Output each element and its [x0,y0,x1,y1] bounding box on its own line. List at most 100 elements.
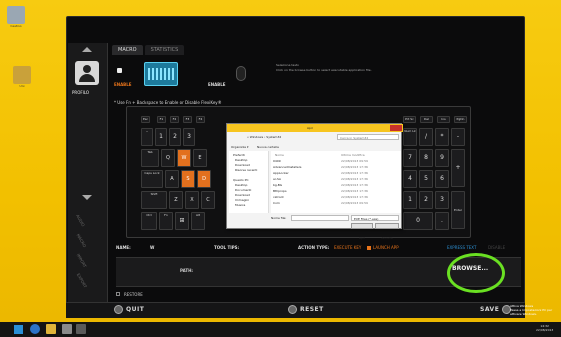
key-f3[interactable]: F3 [183,116,192,123]
key-del[interactable]: Del [420,116,433,123]
profile-avatar[interactable] [75,61,99,85]
key-tilde[interactable]: ~ [141,128,153,146]
key-fn[interactable]: Fn [159,212,173,230]
sidebar-item-macro[interactable]: MACRO [76,233,88,248]
tab-statistics[interactable]: STATISTICS [144,45,185,55]
nav-pc-desktop[interactable]: Desktop [235,183,247,187]
key-q[interactable]: Q [161,149,175,167]
sidebar-item-import[interactable]: IMPORT [76,253,88,269]
key-esc[interactable]: Esc [141,116,150,123]
key-plus[interactable]: + [451,149,465,187]
sidebar-item-audio[interactable]: AUDIO [75,214,86,228]
key-num3[interactable]: 3 [435,191,449,209]
organize-button[interactable]: Organizza ▾ [231,145,248,149]
tab-macro[interactable]: MACRO [112,45,143,55]
action-launch-app[interactable]: LAUNCH APP [373,245,399,250]
key-num0[interactable]: 0 [403,212,433,230]
key-divide[interactable]: / [419,128,433,146]
dialog-close-button[interactable] [390,125,402,131]
desktop-icon-folder[interactable]: Uni [12,66,32,88]
dialog-search-input[interactable]: Cerca in System32 [337,134,399,140]
key-e[interactable]: E [193,149,207,167]
table-row[interactable]: Com 22/08/2013 09:59 [273,201,399,207]
sidebar-item-export[interactable]: EXPORT [76,272,88,288]
open-button[interactable]: Apri [351,223,373,240]
key-s[interactable]: S [181,170,195,188]
key-1[interactable]: 1 [155,128,167,146]
key-d[interactable]: D [197,170,211,188]
key-decimal[interactable]: . [435,212,449,230]
reset-button[interactable]: RESET [288,305,324,314]
nav-desktop[interactable]: Desktop [235,158,247,162]
column-date[interactable]: Ultima modifica [341,153,365,157]
key-z[interactable]: Z [169,191,183,209]
nav-recent[interactable]: Risorse recenti [235,168,257,172]
key-3[interactable]: 3 [183,128,195,146]
key-minus[interactable]: - [451,128,465,146]
cancel-button[interactable]: Annulla [375,223,399,240]
key-w[interactable]: W [177,149,191,167]
chevron-down-icon[interactable] [82,195,92,200]
key-f1[interactable]: F1 [157,116,166,123]
name-value[interactable]: W [150,245,154,250]
enable-checkbox[interactable] [117,68,122,73]
dialog-breadcrumb[interactable]: « Windows › System32 [247,135,281,139]
save-button[interactable]: SAVE [480,305,512,314]
key-capslock[interactable]: Caps Lock [141,170,163,188]
key-shift[interactable]: Shift [141,191,167,209]
desktop-icon-recycle-bin[interactable]: Cestino [6,6,26,28]
column-name[interactable]: Nome [275,153,284,157]
key-num9[interactable]: 9 [435,149,449,167]
key-num7[interactable]: 7 [403,149,417,167]
key-ctrl[interactable]: Ctrl [141,212,157,230]
nav-pc-download[interactable]: Download [235,193,250,197]
key-num8[interactable]: 8 [419,149,433,167]
hint-body: Click on the browse button to select exe… [276,68,372,72]
restore-checkbox[interactable] [116,292,120,296]
app-icon[interactable] [62,324,72,334]
file-type-select[interactable]: EXE Files (*.exe) [351,215,399,221]
key-num5[interactable]: 5 [419,170,433,188]
key-num2[interactable]: 2 [419,191,433,209]
key-prtsc[interactable]: Prt Sc [403,116,416,123]
key-num1[interactable]: 1 [403,191,417,209]
action-execute-key[interactable]: EXECUTE KEY [334,245,361,250]
flexikey-taskbar-icon[interactable] [76,324,86,334]
mouse-icon[interactable] [236,66,246,81]
key-ins[interactable]: Ins [437,116,450,123]
key-tab[interactable]: Tab [141,149,159,167]
key-alt[interactable]: Alt [191,212,205,230]
clock[interactable]: 14:32 22/08/2013 [536,324,553,332]
action-disable[interactable]: DISABLE [488,245,505,250]
nav-download[interactable]: Download [235,163,250,167]
key-f2[interactable]: F2 [170,116,179,123]
new-folder-button[interactable]: Nuova cartella [257,145,279,149]
nav-pictures[interactable]: Immagini [235,198,249,202]
key-x[interactable]: X [185,191,199,209]
windows-start-icon[interactable] [14,325,23,334]
key-windows[interactable]: ⊞ [175,212,189,230]
keyboard-mode-icon[interactable] [144,62,178,86]
key-multiply[interactable]: * [435,128,449,146]
key-pgdn[interactable]: PgDn [454,116,467,123]
nav-music[interactable]: Musica [235,203,245,207]
filename-input[interactable] [291,215,349,221]
key-num6[interactable]: 6 [435,170,449,188]
key-num4[interactable]: 4 [403,170,417,188]
nav-documents[interactable]: Documenti [235,188,251,192]
key-enter[interactable]: Enter [451,191,465,229]
explorer-icon[interactable] [46,324,56,334]
quit-button[interactable]: QUIT [114,305,144,314]
launch-app-radio[interactable] [367,246,371,250]
ie-icon[interactable] [30,324,40,334]
key-a[interactable]: A [165,170,179,188]
key-numlk[interactable]: Num Lk [403,128,417,146]
key-2[interactable]: 2 [169,128,181,146]
nav-this-pc[interactable]: Questo PC [233,178,249,182]
path-input[interactable] [204,266,444,275]
key-f4[interactable]: F4 [196,116,205,123]
chevron-up-icon[interactable] [82,47,92,52]
key-c[interactable]: C [201,191,215,209]
nav-favorites[interactable]: Preferiti [233,153,245,157]
action-express-text[interactable]: EXPRESS TEXT [447,245,476,250]
